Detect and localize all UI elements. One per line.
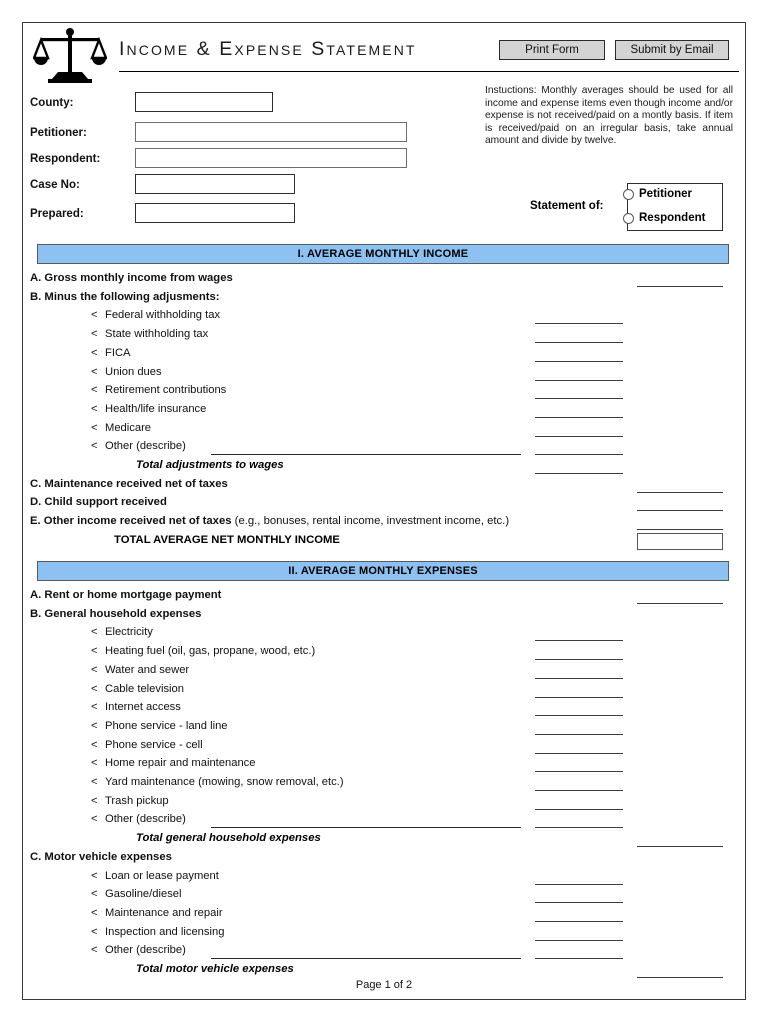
amount-input-line[interactable]: [535, 640, 623, 642]
field-label-0: County:: [30, 97, 74, 109]
grand-total-label: TOTAL AVERAGE NET MONTHLY INCOME: [114, 533, 340, 546]
amount-input-line[interactable]: [637, 603, 723, 604]
radio-respondent[interactable]: Respondent: [623, 212, 705, 224]
radio-petitioner[interactable]: Petitioner: [623, 188, 692, 200]
amount-input-line[interactable]: [637, 286, 723, 287]
section-heading-income: I. AVERAGE MONTHLY INCOME: [37, 244, 729, 264]
amount-input-line[interactable]: [637, 529, 723, 531]
amount-input-line[interactable]: [535, 883, 623, 885]
row-label: B. General household expenses: [30, 607, 202, 620]
amount-input-line[interactable]: [535, 398, 623, 400]
amount-input-line[interactable]: [535, 752, 623, 754]
row-label: < Health/life insurance: [91, 402, 207, 415]
row-label: D. Child support received: [30, 496, 167, 509]
amount-input-line[interactable]: [535, 379, 623, 381]
submit-by-email-button[interactable]: Submit by Email: [615, 40, 729, 60]
subtotal-label: Total general household expenses: [136, 832, 321, 845]
row-label: < Other (describe): [91, 813, 186, 826]
amount-input-line[interactable]: [535, 435, 623, 437]
row-label: < Phone service - land line: [91, 719, 228, 732]
field-label-2: Respondent:: [30, 153, 101, 165]
row-label: < Trash pickup: [91, 794, 169, 807]
row-label: < Home repair and maintenance: [91, 757, 256, 770]
field-label-4: Prepared:: [30, 208, 84, 220]
row-label: A. Rent or home mortgage payment: [30, 589, 222, 601]
radio-petitioner-label: Petitioner: [639, 188, 693, 200]
field-input-0[interactable]: [135, 92, 273, 112]
title-divider: [119, 71, 739, 72]
amount-input-line[interactable]: [637, 846, 723, 848]
row-label: < Gasoline/diesel: [91, 888, 182, 901]
scales-of-justice-icon: [32, 27, 108, 83]
row-label: C. Motor vehicle expenses: [30, 850, 172, 863]
subtotal-label: Total adjustments to wages: [136, 459, 284, 471]
row-label: < Union dues: [91, 365, 162, 378]
row-label: < Retirement contributions: [91, 384, 227, 397]
amount-input-line[interactable]: [535, 473, 623, 474]
amount-input-line[interactable]: [637, 977, 723, 978]
radio-circle-icon: [623, 188, 634, 200]
row-label: < Yard maintenance (mowing, snow removal,…: [91, 776, 344, 788]
instructions-text: Instuctions: Monthly averages should be …: [485, 85, 733, 147]
amount-input-line[interactable]: [535, 659, 623, 661]
amount-input-line[interactable]: [535, 416, 623, 418]
field-label-1: Petitioner:: [30, 127, 87, 139]
row-label: E. Other income received net of taxes (e…: [30, 515, 510, 528]
amount-input-line[interactable]: [535, 808, 623, 810]
form-page: Income & Expense Statement Print Form Su…: [22, 22, 746, 1000]
amount-input-line[interactable]: [535, 920, 623, 922]
amount-input-line[interactable]: [535, 677, 623, 679]
amount-input-line[interactable]: [535, 715, 623, 717]
amount-input-line[interactable]: [637, 510, 723, 512]
amount-input-line[interactable]: [535, 696, 623, 698]
row-label: < Other (describe): [91, 944, 186, 957]
row-label: < Federal withholding tax: [91, 309, 221, 322]
row-label: < Internet access: [91, 701, 181, 714]
row-label: < Medicare: [91, 421, 152, 434]
row-label: < Electricity: [91, 626, 153, 639]
row-label: C. Maintenance received net of taxes: [30, 477, 228, 490]
statement-of-label: Statement of:: [530, 200, 604, 212]
describe-input-line[interactable]: [211, 454, 521, 456]
amount-input-line[interactable]: [535, 771, 623, 773]
amount-input-line[interactable]: [535, 827, 623, 829]
print-form-button[interactable]: Print Form: [499, 40, 605, 60]
field-input-4[interactable]: [135, 203, 295, 223]
row-label: < Cable television: [91, 682, 184, 695]
field-input-3[interactable]: [135, 174, 295, 194]
page-title: Income & Expense Statement: [119, 38, 417, 60]
field-input-2[interactable]: [135, 148, 407, 168]
amount-input-line[interactable]: [535, 902, 623, 904]
amount-input-line[interactable]: [535, 790, 623, 791]
row-label: B. Minus the following adjusments:: [30, 290, 220, 303]
amount-input-line[interactable]: [535, 454, 623, 456]
amount-input-line[interactable]: [535, 360, 623, 362]
describe-input-line[interactable]: [211, 827, 521, 829]
subtotal-label: Total motor vehicle expenses: [136, 963, 294, 975]
row-label: < Heating fuel (oil, gas, propane, wood, …: [91, 645, 316, 658]
amount-input-line[interactable]: [637, 491, 723, 493]
row-label: A. Gross monthly income from wages: [30, 272, 233, 284]
row-label: < State withholding tax: [91, 328, 209, 341]
row-label: < Water and sewer: [91, 663, 190, 676]
describe-input-line[interactable]: [211, 958, 521, 960]
total-amount-input[interactable]: [637, 532, 723, 550]
section-heading-expenses: II. AVERAGE MONTHLY EXPENSES: [37, 561, 729, 581]
row-label: < Inspection and licensing: [91, 925, 225, 938]
field-input-1[interactable]: [135, 122, 407, 142]
amount-input-line[interactable]: [535, 733, 623, 735]
row-label: < Loan or lease payment: [91, 869, 219, 882]
row-label: < Phone service - cell: [91, 738, 203, 751]
row-label: < Maintenance and repair: [91, 906, 223, 919]
amount-input-line[interactable]: [535, 342, 623, 344]
amount-input-line[interactable]: [535, 958, 623, 960]
amount-input-line[interactable]: [535, 323, 623, 325]
page-footer: Page 1 of 2: [355, 979, 413, 991]
field-label-3: Case No:: [30, 179, 80, 191]
radio-respondent-label: Respondent: [639, 212, 706, 224]
amount-input-line[interactable]: [535, 939, 623, 941]
radio-circle-icon: [623, 212, 634, 224]
row-label: < FICA: [91, 346, 131, 359]
row-label: < Other (describe): [91, 440, 186, 453]
